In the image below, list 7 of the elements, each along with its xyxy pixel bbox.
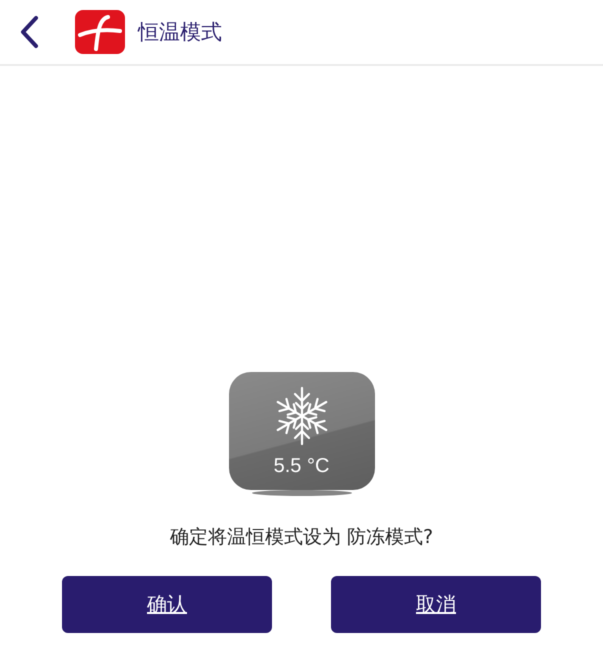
confirm-message: 确定将温恒模式设为 防冻模式? xyxy=(170,525,434,550)
logo-icon xyxy=(74,9,126,55)
dialog-button[interactable]: 确认 xyxy=(62,576,272,633)
dialog-button[interactable]: 取消 xyxy=(331,576,541,633)
page-title: 恒温模式 xyxy=(138,19,222,46)
temperature-reading: 5.5 °C xyxy=(274,455,330,478)
back-icon xyxy=(18,15,40,49)
